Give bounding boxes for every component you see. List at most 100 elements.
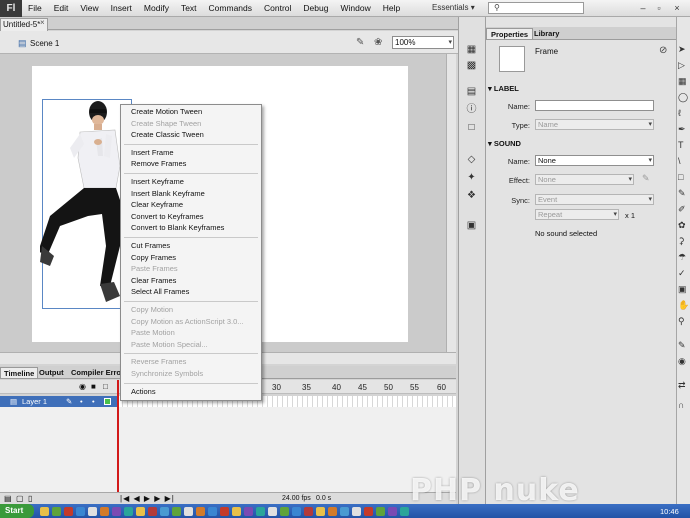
taskbar-app-icon[interactable] (316, 507, 325, 516)
menu-window[interactable]: Window (334, 3, 376, 13)
motion-presets-icon[interactable]: ✦ (465, 172, 478, 184)
color-panel-icon[interactable]: ▦ (465, 44, 478, 56)
stroke-color-icon[interactable]: ✎ (678, 340, 686, 351)
line-tool-icon[interactable]: \ (678, 156, 681, 166)
layer-row[interactable]: ▤ Layer 1 ✎ • • (0, 396, 118, 407)
taskbar-app-icon[interactable] (220, 507, 229, 516)
repeat-select[interactable]: Repeat ▾ (535, 209, 619, 220)
taskbar-app-icon[interactable] (172, 507, 181, 516)
playback-controls-icon[interactable]: |◀ ◀ ▶ ▶ ▶| (120, 494, 175, 503)
menu-file[interactable]: File (22, 3, 48, 13)
components-icon[interactable]: ◇ (465, 154, 478, 166)
label-type-select[interactable]: Name ▾ (535, 119, 654, 130)
sound-name-select[interactable]: None ▾ (535, 155, 654, 166)
tab-properties[interactable]: Properties (486, 28, 534, 40)
taskbar-app-icon[interactable] (76, 507, 85, 516)
effect-select[interactable]: None ▾ (535, 174, 634, 185)
menu-control[interactable]: Control (258, 3, 297, 13)
taskbar-app-icon[interactable] (52, 507, 61, 516)
bone-tool-icon[interactable]: ⚳ (678, 236, 685, 247)
context-menu-item[interactable]: Cut Frames (131, 241, 170, 251)
context-menu-item[interactable]: Insert Keyframe (131, 177, 184, 187)
code-snippets-icon[interactable]: ❖ (465, 190, 478, 202)
taskbar-app-icon[interactable] (184, 507, 193, 516)
swatches-icon[interactable]: ▩ (465, 60, 478, 72)
taskbar-app-icon[interactable] (136, 507, 145, 516)
taskbar-app-icon[interactable] (352, 507, 361, 516)
taskbar-app-icon[interactable] (280, 507, 289, 516)
taskbar-app-icon[interactable] (64, 507, 73, 516)
pencil-tool-icon[interactable]: ✎ (678, 188, 686, 199)
library-panel-icon[interactable]: ▣ (465, 220, 478, 232)
transform-icon[interactable]: □ (465, 122, 478, 134)
fps-readout[interactable]: 24.00 fps (282, 495, 311, 502)
brush-tool-icon[interactable]: ✐ (678, 204, 686, 215)
tab-timeline[interactable]: Timeline (0, 367, 39, 379)
scene-breadcrumb[interactable]: Scene 1 (30, 39, 59, 48)
rectangle-tool-icon[interactable]: □ (678, 172, 683, 182)
tab-output[interactable]: Output (36, 367, 67, 379)
taskbar-app-icon[interactable] (148, 507, 157, 516)
subselection-tool-icon[interactable]: ▷ (678, 60, 685, 71)
playhead[interactable] (117, 380, 119, 492)
sync-select[interactable]: Event ▾ (535, 194, 654, 205)
taskbar-app-icon[interactable] (196, 507, 205, 516)
context-menu-item[interactable]: Clear Keyframe (131, 200, 183, 210)
frame-name-input[interactable] (535, 100, 654, 111)
layer-visible-dot[interactable]: • (80, 396, 83, 407)
lasso-icon[interactable]: ℓ (678, 108, 681, 118)
section-label[interactable]: ▾ LABEL (488, 84, 674, 94)
taskbar-app-icon[interactable] (100, 507, 109, 516)
paint-bucket-icon[interactable]: ☂ (678, 252, 686, 263)
workspace-switcher[interactable]: Essentials ▾ (432, 3, 475, 12)
context-menu-item[interactable]: Select All Frames (131, 287, 189, 297)
taskbar-app-icon[interactable] (40, 507, 49, 516)
selection-tool-icon[interactable]: ➤ (678, 44, 686, 55)
taskbar-app-icon[interactable] (208, 507, 217, 516)
minimize-icon[interactable]: – (636, 2, 650, 14)
taskbar-app-icon[interactable] (232, 507, 241, 516)
edit-scene-icon[interactable]: ✎ (356, 37, 364, 48)
deco-tool-icon[interactable]: ✿ (678, 220, 686, 231)
layer-outline-swatch[interactable] (104, 398, 111, 405)
swap-colors-icon[interactable]: ⇄ (678, 380, 686, 391)
new-folder-icon[interactable]: ▢ (16, 494, 24, 503)
help-icon[interactable]: ⊘ (659, 45, 667, 56)
taskbar-app-icon[interactable] (256, 507, 265, 516)
eraser-tool-icon[interactable]: ▣ (678, 284, 687, 295)
zoom-tool-icon[interactable]: ⚲ (678, 316, 685, 327)
context-menu-item[interactable]: Create Motion Tween (131, 107, 202, 117)
edit-symbol-icon[interactable]: ❀ (374, 37, 382, 48)
taskbar-app-icon[interactable] (112, 507, 121, 516)
context-menu-item[interactable]: Convert to Blank Keyframes (131, 223, 224, 233)
maximize-icon[interactable]: ▫ (652, 2, 666, 14)
tab-library[interactable]: Library (530, 28, 563, 40)
menu-commands[interactable]: Commands (203, 3, 258, 13)
menu-view[interactable]: View (74, 3, 104, 13)
taskbar-app-icon[interactable] (328, 507, 337, 516)
context-menu-item[interactable]: Create Classic Tween (131, 130, 204, 140)
menu-text[interactable]: Text (175, 3, 203, 13)
taskbar-app-icon[interactable] (376, 507, 385, 516)
snap-icon[interactable]: ∩ (678, 400, 684, 410)
taskbar-app-icon[interactable] (268, 507, 277, 516)
hand-tool-icon[interactable]: ✋ (678, 300, 689, 311)
info-icon[interactable]: ⓘ (465, 104, 478, 116)
context-menu-item[interactable]: Insert Frame (131, 148, 174, 158)
delete-icon[interactable]: ▯ (28, 494, 32, 503)
context-menu-item[interactable]: Actions (131, 387, 156, 397)
menu-help[interactable]: Help (377, 3, 406, 13)
menu-edit[interactable]: Edit (48, 3, 75, 13)
taskbar-app-icon[interactable] (88, 507, 97, 516)
taskbar-app-icon[interactable] (400, 507, 409, 516)
outline-icon[interactable]: □ (103, 382, 108, 391)
zoom-select[interactable]: 100% ▾ (392, 36, 454, 49)
context-menu-item[interactable]: Copy Frames (131, 253, 176, 263)
help-search-input[interactable] (488, 2, 584, 14)
tab-close-icon[interactable]: × (40, 18, 45, 27)
context-menu-item[interactable]: Clear Frames (131, 276, 176, 286)
close-icon[interactable]: × (670, 2, 684, 14)
3d-rotation-icon[interactable]: ◯ (678, 92, 688, 103)
taskbar-app-icon[interactable] (304, 507, 313, 516)
menu-insert[interactable]: Insert (105, 3, 138, 13)
